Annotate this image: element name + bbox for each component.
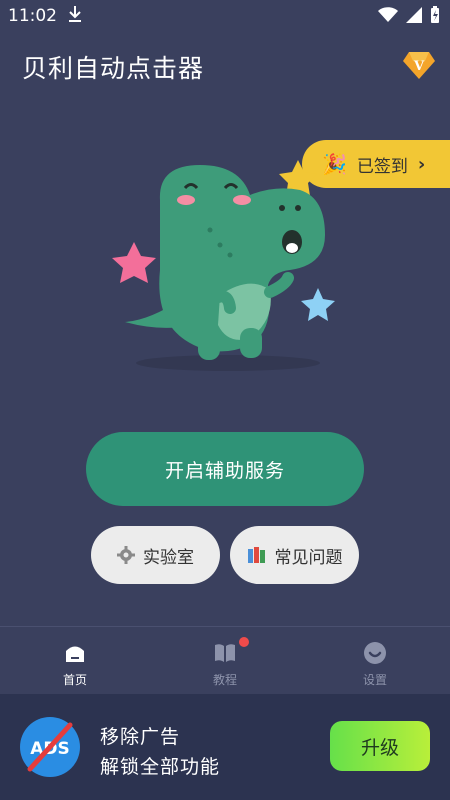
tab-home-label: 首页 (62, 673, 87, 687)
download-icon (68, 5, 82, 27)
tab-settings-label: 设置 (362, 673, 387, 687)
gear-icon (117, 546, 135, 564)
app-title: 贝利自动点击器 (22, 54, 205, 83)
enable-accessibility-service-button[interactable]: 开启辅助服务 (86, 432, 364, 506)
wifi-icon (378, 7, 398, 22)
battery-icon (431, 6, 439, 23)
tab-home[interactable]: 首页 (0, 627, 150, 695)
signal-icon (406, 7, 422, 23)
settings-icon (363, 641, 387, 665)
checkin-label: 已签到 (356, 156, 408, 177)
tab-settings[interactable]: 设置 (300, 627, 450, 695)
book-icon (213, 637, 249, 665)
faq-button[interactable]: 常见问题 (230, 526, 359, 584)
vip-badge-icon[interactable]: V (403, 50, 435, 80)
ad-remove-ads-text: 移除广告 (100, 726, 181, 748)
books-icon (247, 545, 267, 565)
status-icons (378, 6, 440, 24)
tab-tutorial[interactable]: 教程 (150, 627, 300, 695)
no-ads-icon: ADS (18, 715, 82, 779)
upgrade-button[interactable]: 升级 (330, 721, 430, 771)
dinosaur-mascot-illustration (100, 160, 360, 375)
lab-label: 实验室 (143, 547, 194, 568)
home-icon (63, 641, 87, 665)
lab-button[interactable]: 实验室 (91, 526, 220, 584)
chevron-right-icon: › (417, 153, 426, 175)
status-time: 11:02 (8, 6, 57, 26)
faq-label: 常见问题 (274, 547, 343, 568)
tab-tutorial-label: 教程 (212, 673, 237, 687)
bottom-tab-bar: 首页 教程 设置 (0, 626, 450, 695)
vip-label: V (413, 59, 425, 74)
ad-unlock-features-text: 解锁全部功能 (100, 756, 221, 778)
status-bar: 11:02 (0, 0, 450, 32)
notification-dot (239, 637, 249, 647)
